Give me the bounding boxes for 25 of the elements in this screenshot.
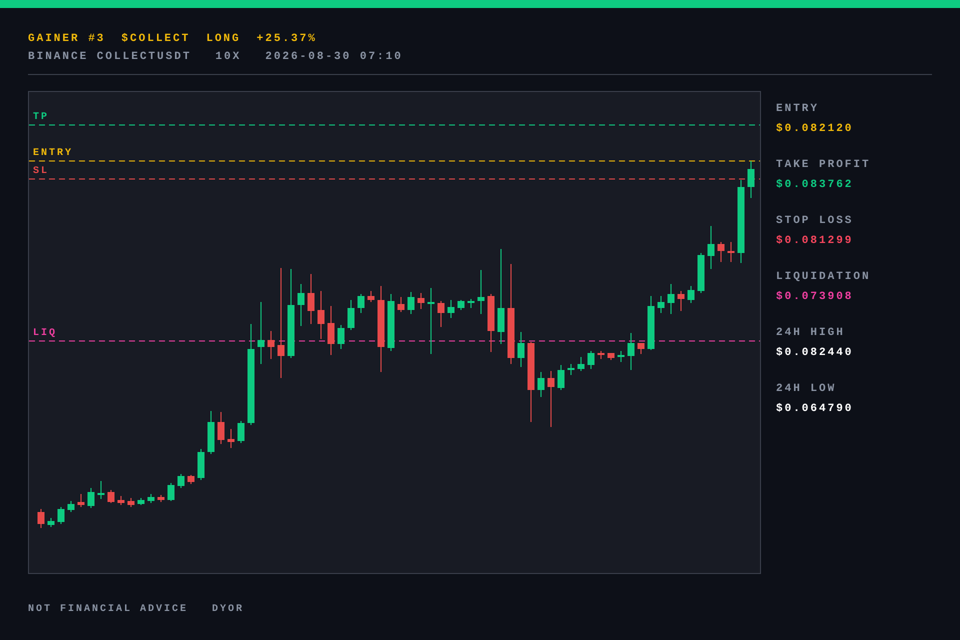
price-level-label: ENTRY: [33, 148, 74, 159]
disclaimer-text: DYOR: [212, 603, 244, 617]
stat-value: $0.082440: [776, 346, 854, 361]
stat-label: LIQUIDATION: [776, 270, 871, 285]
leverage: 10X: [215, 50, 242, 65]
stat-label: 24H LOW: [776, 382, 838, 397]
stat-value: $0.083762: [776, 178, 854, 193]
stat-value: $0.073908: [776, 290, 854, 305]
disclaimer-text: NOT FINANCIAL ADVICE: [28, 603, 188, 617]
timestamp: 2026-08-30 07:10: [265, 50, 403, 65]
signal-title: GAINER #3: [28, 32, 106, 47]
position-side: LONG: [206, 32, 241, 47]
price-level-label: SL: [33, 166, 50, 177]
gain-percent: +25.37%: [256, 32, 317, 47]
stat-label: TAKE PROFIT: [776, 158, 871, 173]
ticker-symbol: $COLLECT: [121, 32, 190, 47]
stat-value: $0.082120: [776, 122, 854, 137]
stat-value: $0.064790: [776, 402, 854, 417]
exchange-pair: BINANCE COLLECTUSDT: [28, 50, 192, 65]
price-level-label: TP: [33, 112, 50, 123]
stat-label: STOP LOSS: [776, 214, 854, 229]
stat-label: 24H HIGH: [776, 326, 846, 341]
stat-value: $0.081299: [776, 234, 854, 249]
price-level-label: LIQ: [33, 328, 58, 339]
stat-label: ENTRY: [776, 102, 820, 117]
